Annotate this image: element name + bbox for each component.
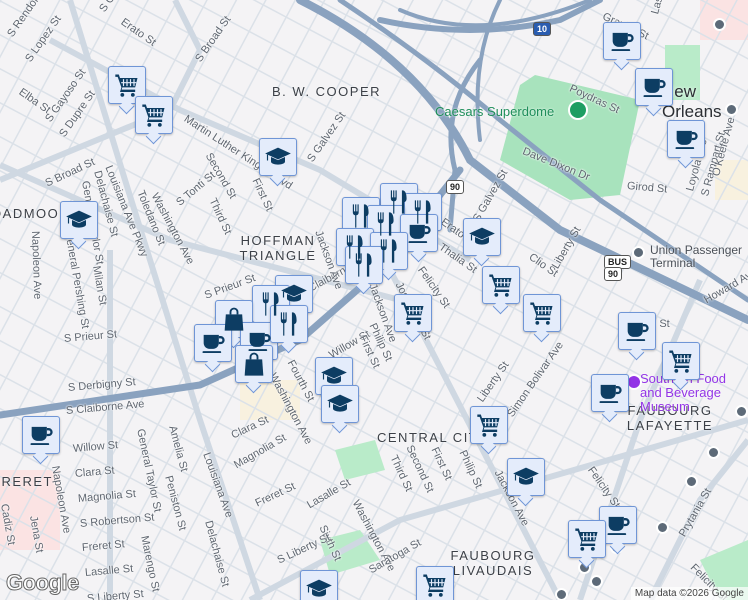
shopping-cart-icon xyxy=(401,302,424,325)
cafe-marker[interactable] xyxy=(22,416,60,454)
grocery-marker[interactable] xyxy=(470,406,508,444)
cafe-marker[interactable] xyxy=(400,214,438,252)
transit-station-icon[interactable] xyxy=(713,18,726,31)
shopping-cart-icon xyxy=(423,574,446,597)
transit-station-icon[interactable] xyxy=(707,446,720,459)
graduation-cap-icon xyxy=(469,227,495,245)
neighborhood-label-bw-cooper: B. W. COOPER xyxy=(272,84,382,99)
cafe-marker[interactable] xyxy=(194,324,232,362)
coffee-cup-icon xyxy=(675,130,698,150)
neighborhood-label-faubourg-livaudais: FAUBOURG LIVAUDAIS xyxy=(450,548,536,578)
grocery-marker[interactable] xyxy=(108,66,146,104)
coffee-cup-icon xyxy=(30,426,53,446)
neighborhood-label-freret: FRERET xyxy=(0,474,53,489)
coffee-cup-icon xyxy=(599,384,622,404)
fork-knife-icon xyxy=(355,253,372,277)
shopping-bag-icon xyxy=(244,352,264,376)
shopping-cart-icon xyxy=(489,274,512,297)
restaurant-marker[interactable] xyxy=(345,246,383,284)
school-marker[interactable] xyxy=(300,570,338,600)
cafe-marker[interactable] xyxy=(591,374,629,412)
grocery-marker[interactable] xyxy=(416,566,454,600)
shopping-cart-icon xyxy=(142,104,165,127)
school-marker[interactable] xyxy=(321,385,359,423)
place-label-superdome[interactable]: Caesars Superdome xyxy=(435,104,554,119)
shopping-cart-icon xyxy=(115,74,138,97)
coffee-cup-icon xyxy=(643,78,666,98)
coffee-cup-icon xyxy=(607,516,630,536)
superdome-icon[interactable] xyxy=(568,100,588,120)
shopping-cart-icon xyxy=(575,528,598,551)
transit-station-icon[interactable] xyxy=(725,103,738,116)
grocery-marker[interactable] xyxy=(135,96,173,134)
fork-knife-icon xyxy=(352,204,369,228)
grocery-marker[interactable] xyxy=(568,520,606,558)
school-marker[interactable] xyxy=(259,138,297,176)
coffee-cup-icon xyxy=(408,224,431,244)
grocery-marker[interactable] xyxy=(482,266,520,304)
restaurant-marker[interactable] xyxy=(270,305,308,343)
transit-station-icon[interactable] xyxy=(632,246,645,259)
us-90-shield: 90 xyxy=(446,180,465,194)
graduation-cap-icon xyxy=(327,394,353,412)
cafe-marker[interactable] xyxy=(603,22,641,60)
graduation-cap-icon xyxy=(66,210,92,228)
map-attribution[interactable]: Map data ©2026 Google xyxy=(630,587,748,600)
transit-station-icon[interactable] xyxy=(656,521,669,534)
fork-knife-icon xyxy=(380,239,397,263)
coffee-cup-icon xyxy=(202,334,225,354)
fork-knife-icon xyxy=(377,212,394,236)
cafe-marker[interactable] xyxy=(667,120,705,158)
transit-station-icon[interactable] xyxy=(685,475,698,488)
cafe-marker[interactable] xyxy=(599,506,637,544)
graduation-cap-icon xyxy=(513,467,539,485)
transit-station-icon[interactable] xyxy=(735,405,748,418)
neighborhood-label-hoffman: HOFFMAN TRIANGLE xyxy=(239,233,317,263)
fork-knife-icon xyxy=(280,312,297,336)
transit-station-icon[interactable] xyxy=(555,588,568,600)
shopping-cart-icon xyxy=(477,414,500,437)
interstate-10-shield: 10 xyxy=(533,22,552,36)
grocery-marker[interactable] xyxy=(662,342,700,380)
graduation-cap-icon xyxy=(321,366,347,384)
transit-station-icon[interactable] xyxy=(590,575,603,588)
school-marker[interactable] xyxy=(463,218,501,256)
cafe-marker[interactable] xyxy=(635,68,673,106)
shopping-cart-icon xyxy=(530,302,553,325)
graduation-cap-icon xyxy=(306,579,332,597)
cafe-marker[interactable] xyxy=(618,312,656,350)
grocery-marker[interactable] xyxy=(394,294,432,332)
coffee-cup-icon xyxy=(611,32,634,52)
place-label-union-terminal[interactable]: Union Passenger Terminal xyxy=(650,244,748,270)
grocery-marker[interactable] xyxy=(523,294,561,332)
us-90-business-shield: 90 xyxy=(604,267,623,281)
shopping-marker[interactable] xyxy=(235,345,273,383)
school-marker[interactable] xyxy=(507,458,545,496)
coffee-cup-icon xyxy=(626,322,649,342)
street-label-napoleon-top: Napoleon Ave xyxy=(29,230,44,300)
map-canvas[interactable]: S Rendon StS Lopez StS Gayoso StErato St… xyxy=(0,0,748,600)
shopping-cart-icon xyxy=(669,350,692,373)
google-logo[interactable]: Google xyxy=(6,570,80,596)
graduation-cap-icon xyxy=(265,147,291,165)
city-label: New Orleans xyxy=(662,82,722,121)
school-marker[interactable] xyxy=(60,201,98,239)
